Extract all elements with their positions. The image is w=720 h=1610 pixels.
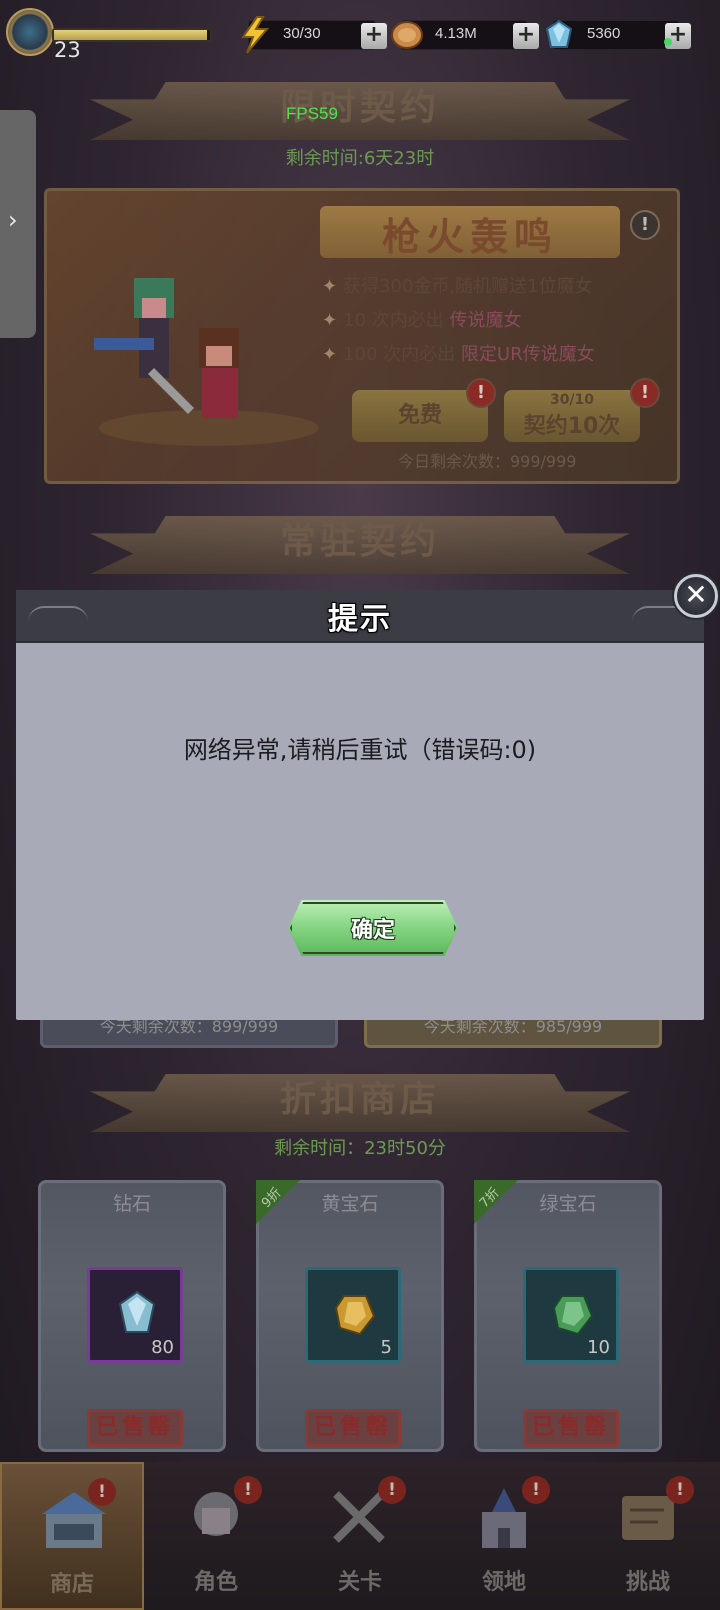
chevron-right-icon: › xyxy=(8,206,18,234)
close-dialog-button[interactable]: ✕ xyxy=(674,574,718,618)
confirm-button-label: 确定 xyxy=(350,918,395,943)
shop-item-qty: 5 xyxy=(380,1337,392,1358)
limited-contract-title: 限时契约 xyxy=(279,86,440,128)
shop-item-card[interactable]: 9折 黄宝石 5 已售罄 xyxy=(256,1180,444,1452)
limited-contract-timer: 剩余时间:6天23时 xyxy=(285,148,435,169)
featured-characters-image xyxy=(94,278,319,446)
alert-badge-icon: ! xyxy=(666,1476,694,1504)
diamond-counter: 5360 + xyxy=(545,19,691,50)
nav-label: 领地 xyxy=(481,1570,526,1595)
discount-shop-title: 折扣商店 xyxy=(279,1078,440,1120)
dialog-message: 网络异常,请稍后重试（错误码:0) xyxy=(183,736,537,764)
shop-item-slot: 80 xyxy=(87,1267,183,1363)
discount-shop-timer: 剩余时间：23时50分 xyxy=(274,1138,446,1159)
player-level: 23 xyxy=(54,38,81,62)
nav-territory[interactable]: ! 领地 xyxy=(432,1462,576,1610)
sold-out-label: 已售罄 xyxy=(523,1409,619,1447)
contract-10-cost: 30/10 xyxy=(549,392,595,408)
alert-badge-icon: ! xyxy=(466,378,496,408)
nav-challenge[interactable]: ! 挑战 xyxy=(576,1462,720,1610)
sold-out-label: 已售罄 xyxy=(87,1409,183,1447)
emerald-icon xyxy=(552,1295,594,1336)
shop-item-qty: 80 xyxy=(151,1337,174,1358)
contract-10-label: 契约10次 xyxy=(523,414,621,439)
lightning-icon xyxy=(241,16,270,54)
status-bar: 23 30/30 + 4.13M + 5360 + xyxy=(0,0,720,66)
perk-line: ✦ 100 次内必出 限定UR传说魔女 xyxy=(322,344,595,365)
shop-item-name: 黄宝石 xyxy=(321,1193,379,1215)
gold-counter: 4.13M + xyxy=(391,20,539,50)
diamond-value: 5360 xyxy=(587,25,621,42)
sold-out-label: 已售罄 xyxy=(305,1409,401,1447)
nav-stage[interactable]: ! 关卡 xyxy=(288,1462,432,1610)
add-gold-button[interactable]: + xyxy=(513,23,539,49)
energy-value: 30/30 xyxy=(283,25,321,42)
diamond-icon xyxy=(545,19,573,48)
shop-item-card[interactable]: 7折 绿宝石 10 已售罄 xyxy=(474,1180,662,1452)
shop-item-card[interactable]: 钻石 80 已售罄 xyxy=(38,1180,226,1452)
shop-item-slot: 5 xyxy=(305,1267,401,1363)
alert-badge-icon: ! xyxy=(378,1476,406,1504)
add-energy-button[interactable]: + xyxy=(361,23,387,49)
shop-item-qty: 10 xyxy=(587,1337,610,1358)
level-badge-icon[interactable] xyxy=(6,8,54,56)
energy-counter: 30/30 + xyxy=(241,16,387,54)
topaz-icon xyxy=(334,1295,376,1336)
fps-counter: FPS59 xyxy=(286,104,338,123)
nav-label: 商店 xyxy=(49,1572,94,1597)
shop-item-name: 绿宝石 xyxy=(539,1193,597,1215)
online-indicator xyxy=(664,38,672,46)
star-icon: ✦ xyxy=(322,276,338,297)
banner-title: 枪火轰鸣 xyxy=(320,206,620,259)
star-icon: ✦ xyxy=(322,344,338,365)
nav-label: 挑战 xyxy=(625,1570,670,1595)
alert-badge-icon: ! xyxy=(630,378,660,408)
coin-icon xyxy=(391,21,423,49)
alert-badge-icon: ! xyxy=(234,1476,262,1504)
perk-line: ✦ 10 次内必出 传说魔女 xyxy=(322,310,522,331)
alert-dialog: 提示 网络异常,请稍后重试（错误码:0) 确定 xyxy=(16,590,704,1020)
nav-label: 关卡 xyxy=(337,1570,382,1595)
gold-value: 4.13M xyxy=(435,25,477,42)
nav-character[interactable]: ! 角色 xyxy=(144,1462,288,1610)
limited-remaining-count: 今日剩余次数：999/999 xyxy=(398,452,577,471)
dialog-header: 提示 xyxy=(16,590,704,643)
alert-badge-icon: ! xyxy=(522,1476,550,1504)
regular-contract-title: 常驻契约 xyxy=(279,520,440,562)
contract-10-button[interactable]: 30/10 契约10次 xyxy=(504,390,640,442)
perk-line: ✦ 获得300金币,随机赠送1位魔女 xyxy=(322,276,593,297)
star-icon: ✦ xyxy=(322,310,338,331)
nav-label: 角色 xyxy=(193,1570,238,1595)
shop-item-name: 钻石 xyxy=(112,1193,151,1215)
dialog-title: 提示 xyxy=(328,602,392,637)
nav-shop[interactable]: ! 商店 xyxy=(0,1462,144,1610)
alert-badge-icon: ! xyxy=(88,1478,116,1506)
shop-item-slot: 10 xyxy=(523,1267,619,1363)
confirm-button[interactable]: 确定 xyxy=(288,900,458,956)
diamond-icon xyxy=(118,1290,156,1333)
bottom-navigation: ! 商店 ! 角色 ! 关卡 ! 领地 ! 挑战 xyxy=(0,1462,720,1610)
info-icon[interactable]: ! xyxy=(630,210,660,240)
